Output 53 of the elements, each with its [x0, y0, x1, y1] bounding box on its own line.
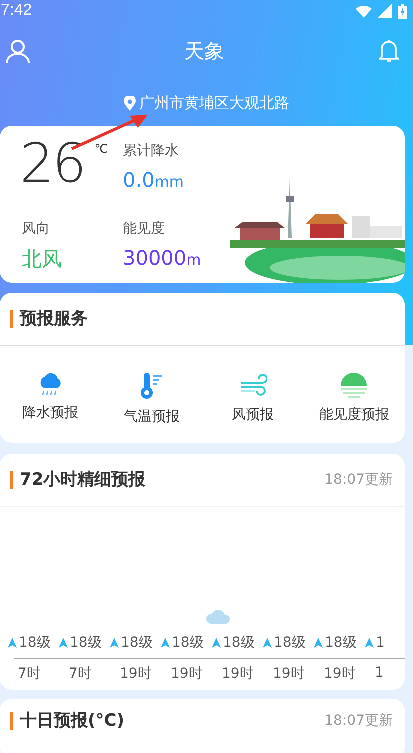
temperature-unit: ℃ [94, 142, 108, 158]
wind-direction-icon [212, 638, 221, 648]
stat-value: 北风 [22, 246, 63, 273]
hour-label: 19时 [221, 665, 255, 684]
unknown-weather-icon [206, 608, 232, 624]
location-pin-icon [124, 96, 136, 110]
stat-value: 30000m [123, 246, 202, 270]
app-title: 天象 [184, 38, 224, 64]
stat-label: 能见度 [123, 220, 166, 238]
update-time: 18:07更新 [324, 712, 393, 730]
section-title: 预报服务 [10, 310, 88, 328]
wind-direction-icon [161, 638, 170, 648]
wind-level: 18级 [161, 634, 212, 652]
stat-label: 风向 [22, 220, 51, 238]
wind-direction-icon [314, 638, 323, 648]
wind-direction-icon [365, 638, 374, 648]
section-title: 72小时精细预报 [10, 471, 146, 489]
notification-bell-icon[interactable] [379, 39, 399, 63]
service-button[interactable]: 风预报 [202, 372, 304, 426]
stat-label: 累计降水 [123, 142, 180, 160]
hour-label: 19时 [170, 665, 204, 684]
sun-horizon-icon [340, 372, 368, 398]
signal-icon [378, 4, 392, 18]
temperature-value: 26 [20, 134, 85, 197]
wind-level: 18级 [8, 634, 59, 652]
service-button[interactable]: 气温预报 [101, 372, 202, 426]
wind-icon [239, 372, 268, 398]
hour-label: 19时 [323, 665, 357, 684]
wind-level: 18级 [59, 634, 110, 652]
hour-label: 19时 [119, 665, 153, 684]
wind-level: 18级 [263, 634, 314, 652]
wind-level: 18级 [212, 634, 263, 652]
user-icon[interactable] [6, 39, 30, 63]
stat-value: 0.0mm [123, 168, 186, 192]
wifi-icon [356, 4, 372, 18]
hour-label: 1 [374, 664, 385, 683]
status-time: 7:42 [1, 2, 32, 20]
service-button[interactable]: 能见度预报 [304, 372, 405, 426]
update-time: 18:07更新 [324, 471, 393, 489]
battery-icon [398, 4, 407, 18]
wind-level: 18级 [110, 634, 161, 652]
thermometer-icon [140, 372, 164, 400]
hour-label: 7时 [68, 665, 93, 684]
wind-direction-icon [59, 638, 68, 648]
wind-direction-icon [263, 638, 272, 648]
service-button[interactable]: 降水预报 [0, 372, 102, 426]
wind-direction-icon [110, 638, 119, 648]
wind-level: 18级 [314, 634, 365, 652]
wind-level: 1 [365, 634, 405, 652]
section-title: 十日预报(°C) [10, 712, 125, 730]
hour-label: 19时 [272, 665, 306, 684]
hour-label: 7时 [17, 665, 42, 684]
wind-direction-icon [8, 638, 17, 648]
